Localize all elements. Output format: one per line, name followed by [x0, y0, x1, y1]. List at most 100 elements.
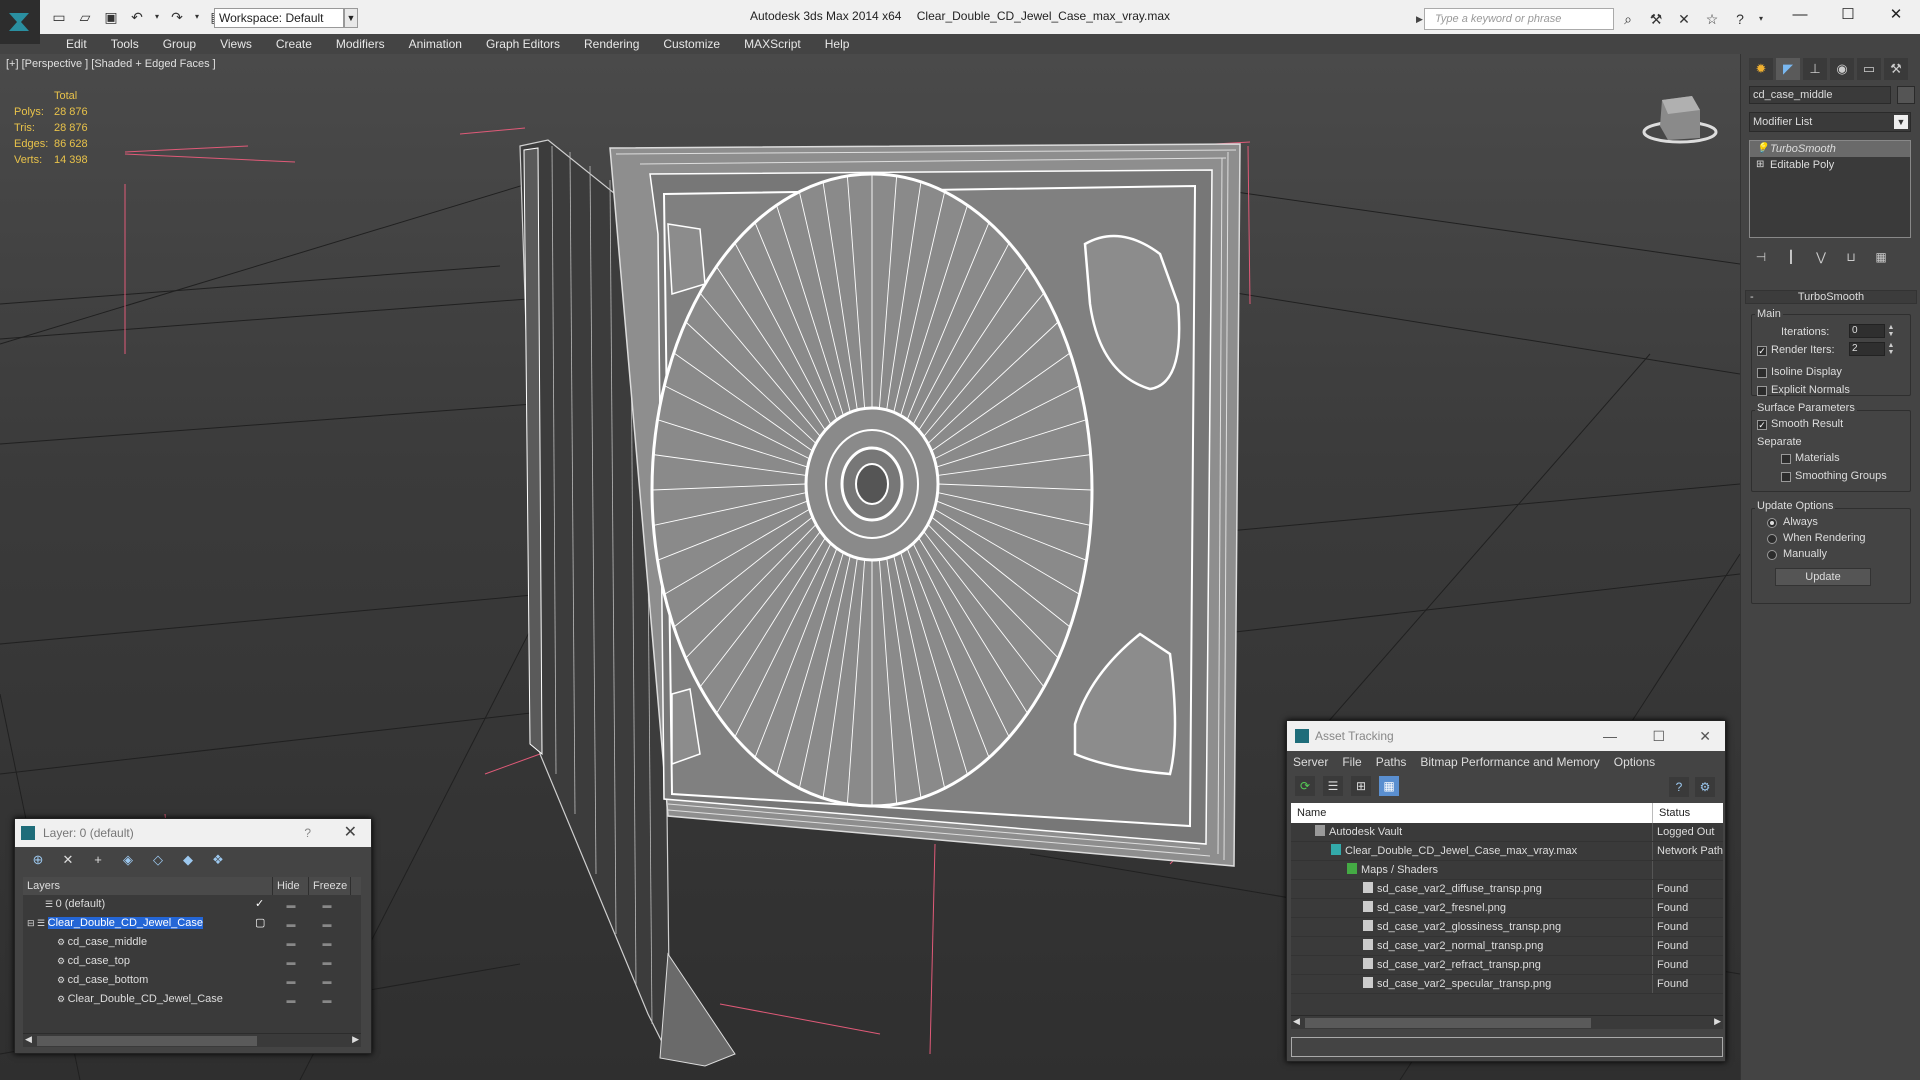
smooth-result-checkbox[interactable]: ✓	[1757, 420, 1767, 430]
undo-dropdown-icon[interactable]: ▾	[152, 8, 162, 26]
layer-row[interactable]: ⚙ cd_case_middle ▬ ▬	[23, 933, 361, 952]
list-view-icon[interactable]: ☰	[1323, 776, 1343, 796]
isoline-display-checkbox[interactable]	[1757, 368, 1767, 378]
freeze-toggle[interactable]: ▬	[309, 900, 345, 910]
hide-toggle[interactable]: ▬	[273, 957, 309, 967]
hide-column-header[interactable]: Hide	[273, 877, 309, 895]
when-rendering-radio[interactable]	[1767, 534, 1777, 544]
menu-edit[interactable]: Edit	[54, 37, 99, 51]
maximize-button[interactable]: ☐	[1652, 721, 1665, 751]
asset-row[interactable]: sd_case_var2_specular_transp.png Found	[1291, 975, 1723, 994]
minimize-button[interactable]: —	[1776, 0, 1824, 30]
show-end-result-icon[interactable]: ┃	[1781, 248, 1801, 266]
freeze-toggle[interactable]: ▬	[309, 976, 345, 986]
workspace-dropdown[interactable]: Workspace: Default	[214, 8, 344, 28]
menu-graph-editors[interactable]: Graph Editors	[474, 37, 572, 51]
scrollbar-thumb[interactable]	[1305, 1018, 1591, 1028]
maximize-button[interactable]: ☐	[1824, 0, 1872, 30]
scrollbar-thumb[interactable]	[37, 1036, 257, 1046]
asset-horizontal-scrollbar[interactable]: ◀ ▶	[1291, 1015, 1723, 1029]
spinner-arrows-icon[interactable]: ▲ ▼	[1887, 324, 1895, 338]
layers-column-header[interactable]: Layers	[23, 877, 273, 895]
menu-maxscript[interactable]: MAXScript	[732, 37, 813, 51]
asset-row[interactable]: sd_case_var2_normal_transp.png Found	[1291, 937, 1723, 956]
status-column-header[interactable]: Status	[1653, 803, 1690, 823]
table-view-icon[interactable]: ▦	[1379, 776, 1399, 796]
render-iters-checkbox[interactable]: ✓	[1757, 346, 1767, 356]
asset-row[interactable]: Clear_Double_CD_Jewel_Case_max_vray.max N…	[1291, 842, 1723, 861]
layer-row[interactable]: ⊟ ☰ Clear_Double_CD_Jewel_Case ▢ ▬ ▬	[23, 914, 361, 933]
lightbulb-icon[interactable]: 💡	[1756, 143, 1768, 155]
close-icon[interactable]: ✕	[344, 819, 357, 847]
create-tab-icon[interactable]: ✹	[1749, 58, 1773, 80]
configure-sets-icon[interactable]: ▦	[1871, 248, 1891, 266]
menu-group[interactable]: Group	[151, 37, 208, 51]
add-to-layer-icon[interactable]: +	[87, 850, 109, 870]
redo-dropdown-icon[interactable]: ▾	[192, 8, 202, 26]
menu-animation[interactable]: Animation	[397, 37, 474, 51]
render-iters-spinner[interactable]: 2	[1849, 342, 1885, 356]
cd-case-middle[interactable]	[609, 143, 1241, 867]
new-layer-icon[interactable]: ⊕	[27, 850, 49, 870]
layer-row[interactable]: ⚙ cd_case_bottom ▬ ▬	[23, 971, 361, 990]
asset-window-titlebar[interactable]: Asset Tracking — ☐ ✕	[1287, 721, 1725, 751]
freeze-column-header[interactable]: Freeze	[309, 877, 351, 895]
menu-bitmap-performance[interactable]: Bitmap Performance and Memory	[1420, 755, 1599, 769]
expand-plus-icon[interactable]: ⊞	[1756, 159, 1766, 171]
freeze-toggle[interactable]: ▬	[309, 938, 345, 948]
binoculars-icon[interactable]: ⌕	[1616, 8, 1640, 30]
redo-icon[interactable]: ↷	[166, 8, 188, 26]
help-icon[interactable]: ?	[1728, 8, 1752, 30]
tree-view-icon[interactable]: ⊞	[1351, 776, 1371, 796]
minimize-button[interactable]: —	[1603, 721, 1617, 751]
chevron-down-icon[interactable]: ▼	[344, 8, 358, 28]
menu-paths[interactable]: Paths	[1376, 755, 1407, 769]
modify-tab-icon[interactable]: ◤	[1776, 58, 1800, 80]
freeze-all-icon[interactable]: ❖	[207, 850, 229, 870]
chevron-down-icon[interactable]: ▼	[1894, 115, 1908, 129]
collapse-icon[interactable]: ⊟	[27, 918, 37, 928]
asset-path-field[interactable]	[1291, 1037, 1723, 1057]
hide-toggle[interactable]: ▬	[273, 995, 309, 1005]
settings-icon[interactable]: ⚙	[1695, 777, 1715, 797]
update-button[interactable]: Update	[1775, 568, 1871, 586]
menu-customize[interactable]: Customize	[651, 37, 732, 51]
viewport-label[interactable]: [+] [Perspective ] [Shaded + Edged Faces…	[6, 58, 216, 70]
menu-modifiers[interactable]: Modifiers	[324, 37, 397, 51]
layer-checkbox-icon[interactable]: ▢	[255, 914, 265, 933]
layer-row[interactable]: ⚙ Clear_Double_CD_Jewel_Case ▬ ▬	[23, 990, 361, 1009]
close-icon[interactable]: ✕	[1699, 721, 1711, 751]
active-layer-check-icon[interactable]: ✓	[255, 895, 264, 914]
hide-toggle[interactable]: ▬	[273, 938, 309, 948]
menu-help[interactable]: Help	[813, 37, 862, 51]
hierarchy-tab-icon[interactable]: ⊥	[1803, 58, 1827, 80]
search-input[interactable]: Type a keyword or phrase	[1424, 8, 1614, 30]
motion-tab-icon[interactable]: ◉	[1830, 58, 1854, 80]
layer-row[interactable]: ⚙ cd_case_top ▬ ▬	[23, 952, 361, 971]
layer-window-titlebar[interactable]: Layer: 0 (default) ? ✕	[15, 819, 371, 847]
refresh-icon[interactable]: ⟳	[1295, 776, 1315, 796]
scroll-right-icon[interactable]: ▶	[352, 1034, 359, 1045]
freeze-toggle[interactable]: ▬	[309, 957, 345, 967]
scroll-right-icon[interactable]: ▶	[1714, 1016, 1721, 1027]
utilities-tab-icon[interactable]: ⚒	[1884, 58, 1908, 80]
iterations-spinner[interactable]: 0	[1849, 324, 1885, 338]
freeze-toggle[interactable]: ▬	[309, 919, 345, 929]
app-logo-icon[interactable]	[0, 0, 40, 44]
menu-options[interactable]: Options	[1614, 755, 1655, 769]
highlight-layer-icon[interactable]: ◇	[147, 850, 169, 870]
favorites-star-icon[interactable]: ☆	[1700, 8, 1724, 30]
asset-row[interactable]: sd_case_var2_fresnel.png Found	[1291, 899, 1723, 918]
menu-tools[interactable]: Tools	[99, 37, 151, 51]
viewcube-icon[interactable]	[1642, 96, 1718, 144]
delete-layer-icon[interactable]: ✕	[57, 850, 79, 870]
pin-stack-icon[interactable]: ⊣	[1751, 248, 1771, 266]
spinner-arrows-icon[interactable]: ▲ ▼	[1887, 342, 1895, 356]
manually-radio[interactable]	[1767, 550, 1777, 560]
asset-row[interactable]: Maps / Shaders	[1291, 861, 1723, 880]
undo-icon[interactable]: ↶	[126, 8, 148, 26]
subscription-icon[interactable]: ⚒	[1644, 8, 1668, 30]
menu-server[interactable]: Server	[1293, 755, 1328, 769]
layer-row[interactable]: ☰ 0 (default) ✓ ▬ ▬	[23, 895, 361, 914]
menu-create[interactable]: Create	[264, 37, 324, 51]
